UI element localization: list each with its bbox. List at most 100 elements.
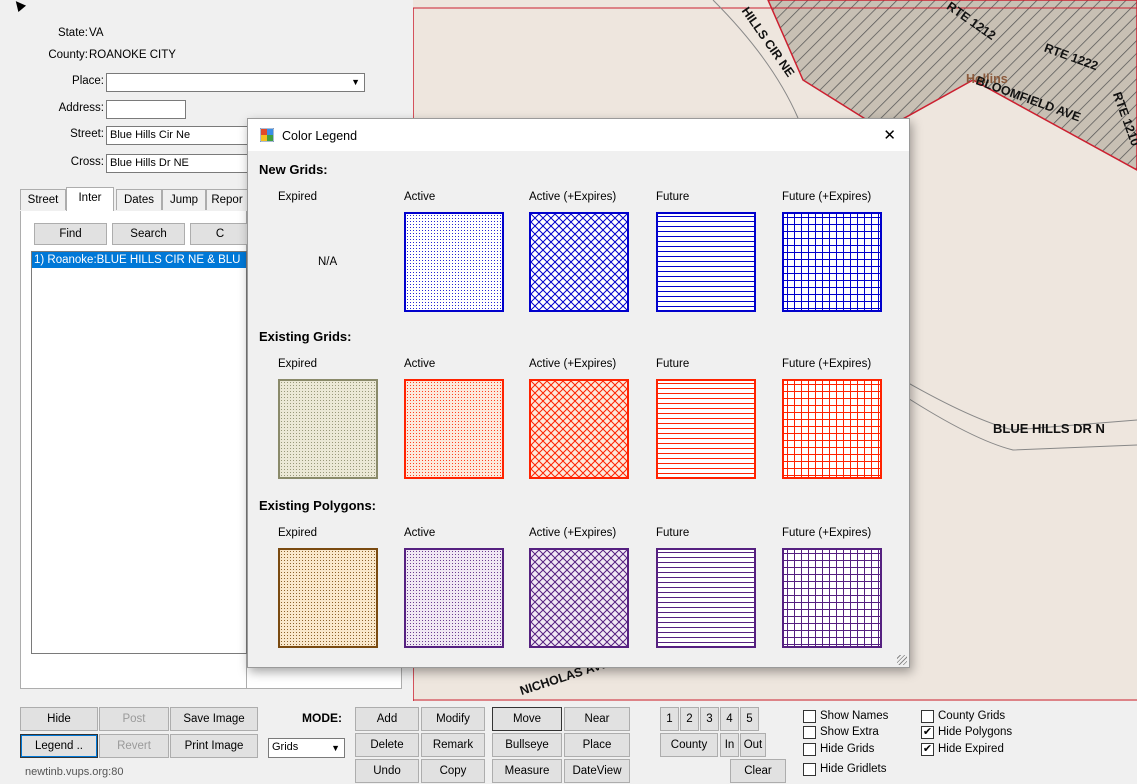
dialog-titlebar[interactable]: Color Legend ✕ [248,119,909,151]
post-button[interactable]: Post [99,707,169,731]
checkbox-label: Hide Grids [820,743,875,755]
legend-section-title: Existing Polygons: [259,498,377,513]
clear-button[interactable]: Clear [730,759,786,783]
results-list[interactable]: 1) Roanoke:BLUE HILLS CIR NE & BLU [31,251,247,654]
street-field[interactable]: Blue Hills Cir Ne [106,126,248,145]
legend-swatch-future-expires [782,212,882,312]
legend-swatch-active [404,379,504,479]
checkbox-box[interactable] [803,710,816,723]
tab-dates[interactable]: Dates [116,189,162,210]
checkbox-label: Show Extra [820,726,879,738]
mode-label: MODE: [302,711,342,725]
tab-inter[interactable]: Inter [66,187,114,211]
legend-swatch-active [404,212,504,312]
chevron-down-icon: ▼ [351,77,360,87]
legend-swatch-active-expires [529,548,629,648]
add-button[interactable]: Add [355,707,419,731]
checkbox-box[interactable]: ✔ [921,743,934,756]
checkbox-hide-grids[interactable]: Hide Grids [803,743,874,756]
checkbox-county-grids[interactable]: County Grids [921,710,1005,723]
find-button[interactable]: Find [34,223,107,245]
place-button[interactable]: Place [564,733,630,757]
dialog-title: Color Legend [282,129,358,143]
mode-value: Grids [272,741,299,753]
checkbox-label: Hide Polygons [938,726,1013,738]
legend-swatch-expired [278,548,378,648]
tab-street[interactable]: Street [20,189,66,210]
zoom-1-button[interactable]: 1 [660,707,679,731]
search-button[interactable]: Search [112,223,185,245]
not-applicable-label: N/A [318,256,338,268]
copy-button[interactable]: Copy [421,759,485,783]
legend-column-label: Expired [278,527,317,539]
street-label: Street: [70,128,104,140]
zoom-4-button[interactable]: 4 [720,707,739,731]
modify-button[interactable]: Modify [421,707,485,731]
checkbox-show-names[interactable]: Show Names [803,710,888,723]
hide-button[interactable]: Hide [20,707,98,731]
undo-button[interactable]: Undo [355,759,419,783]
legend-section-title: New Grids: [259,162,328,177]
legend-button[interactable]: Legend .. [20,734,98,758]
print-image-button[interactable]: Print Image [170,734,258,758]
legend-column-label: Future (+Expires) [782,358,872,370]
cursor-arrow [11,0,27,13]
county-button[interactable]: County [660,733,718,757]
county-value: ROANOKE CITY [89,49,176,61]
remark-button[interactable]: Remark [421,733,485,757]
checkbox-box[interactable] [921,710,934,723]
checkbox-hide-expired[interactable]: ✔ Hide Expired [921,743,1004,756]
checkbox-label: Show Names [820,710,889,722]
legend-swatch-active-expires [529,212,629,312]
zoom-in-button[interactable]: In [720,733,739,757]
checkbox-box[interactable]: ✔ [921,726,934,739]
checkbox-box[interactable] [803,726,816,739]
checkbox-box[interactable] [803,743,816,756]
tab-report[interactable]: Repor [206,189,248,210]
zoom-3-button[interactable]: 3 [700,707,719,731]
cross-field[interactable]: Blue Hills Dr NE [106,154,248,173]
map-label: BLUE HILLS DR N [993,421,1105,436]
legend-column-label: Future (+Expires) [782,191,872,203]
list-item[interactable]: 1) Roanoke:BLUE HILLS CIR NE & BLU [32,252,246,268]
legend-column-label: Expired [278,191,317,203]
close-icon[interactable]: ✕ [883,126,896,144]
legend-swatch-expired [278,379,378,479]
checkbox-box[interactable] [803,763,816,776]
checkbox-show-extra[interactable]: Show Extra [803,726,879,739]
c-button[interactable]: C [190,223,250,245]
zoom-2-button[interactable]: 2 [680,707,699,731]
legend-swatch-future [656,548,756,648]
tab-panel-bottom [20,688,402,689]
legend-column-label: Active [404,191,436,203]
move-button[interactable]: Move [492,707,562,731]
address-field[interactable] [106,100,186,119]
county-label: County: [48,49,88,61]
revert-button[interactable]: Revert [99,734,169,758]
window-icon [260,128,274,142]
place-select[interactable]: ▼ [106,73,365,92]
state-label: State: [57,27,88,39]
bullseye-button[interactable]: Bullseye [492,733,562,757]
mode-select[interactable]: Grids ▼ [268,738,345,758]
legend-swatch-active [404,548,504,648]
checkbox-hide-polygons[interactable]: ✔ Hide Polygons [921,726,1012,739]
delete-button[interactable]: Delete [355,733,419,757]
zoom-out-button[interactable]: Out [740,733,766,757]
server-status: newtinb.vups.org:80 [25,766,124,778]
save-image-button[interactable]: Save Image [170,707,258,731]
zoom-5-button[interactable]: 5 [740,707,759,731]
tab-jump[interactable]: Jump [162,189,206,210]
resize-grip-icon[interactable] [897,655,907,665]
checkbox-hide-gridlets[interactable]: Hide Gridlets [803,763,886,776]
legend-section-title: Existing Grids: [259,329,352,344]
place-label: Place: [72,75,104,87]
measure-button[interactable]: Measure [492,759,562,783]
color-legend-dialog: Color Legend ✕ New Grids: Expired N/A Activ… [247,118,910,668]
legend-column-label: Active (+Expires) [529,527,617,539]
legend-swatch-future-expires [782,548,882,648]
state-value: VA [89,27,104,39]
near-button[interactable]: Near [564,707,630,731]
dateview-button[interactable]: DateView [564,759,630,783]
legend-swatch-active-expires [529,379,629,479]
